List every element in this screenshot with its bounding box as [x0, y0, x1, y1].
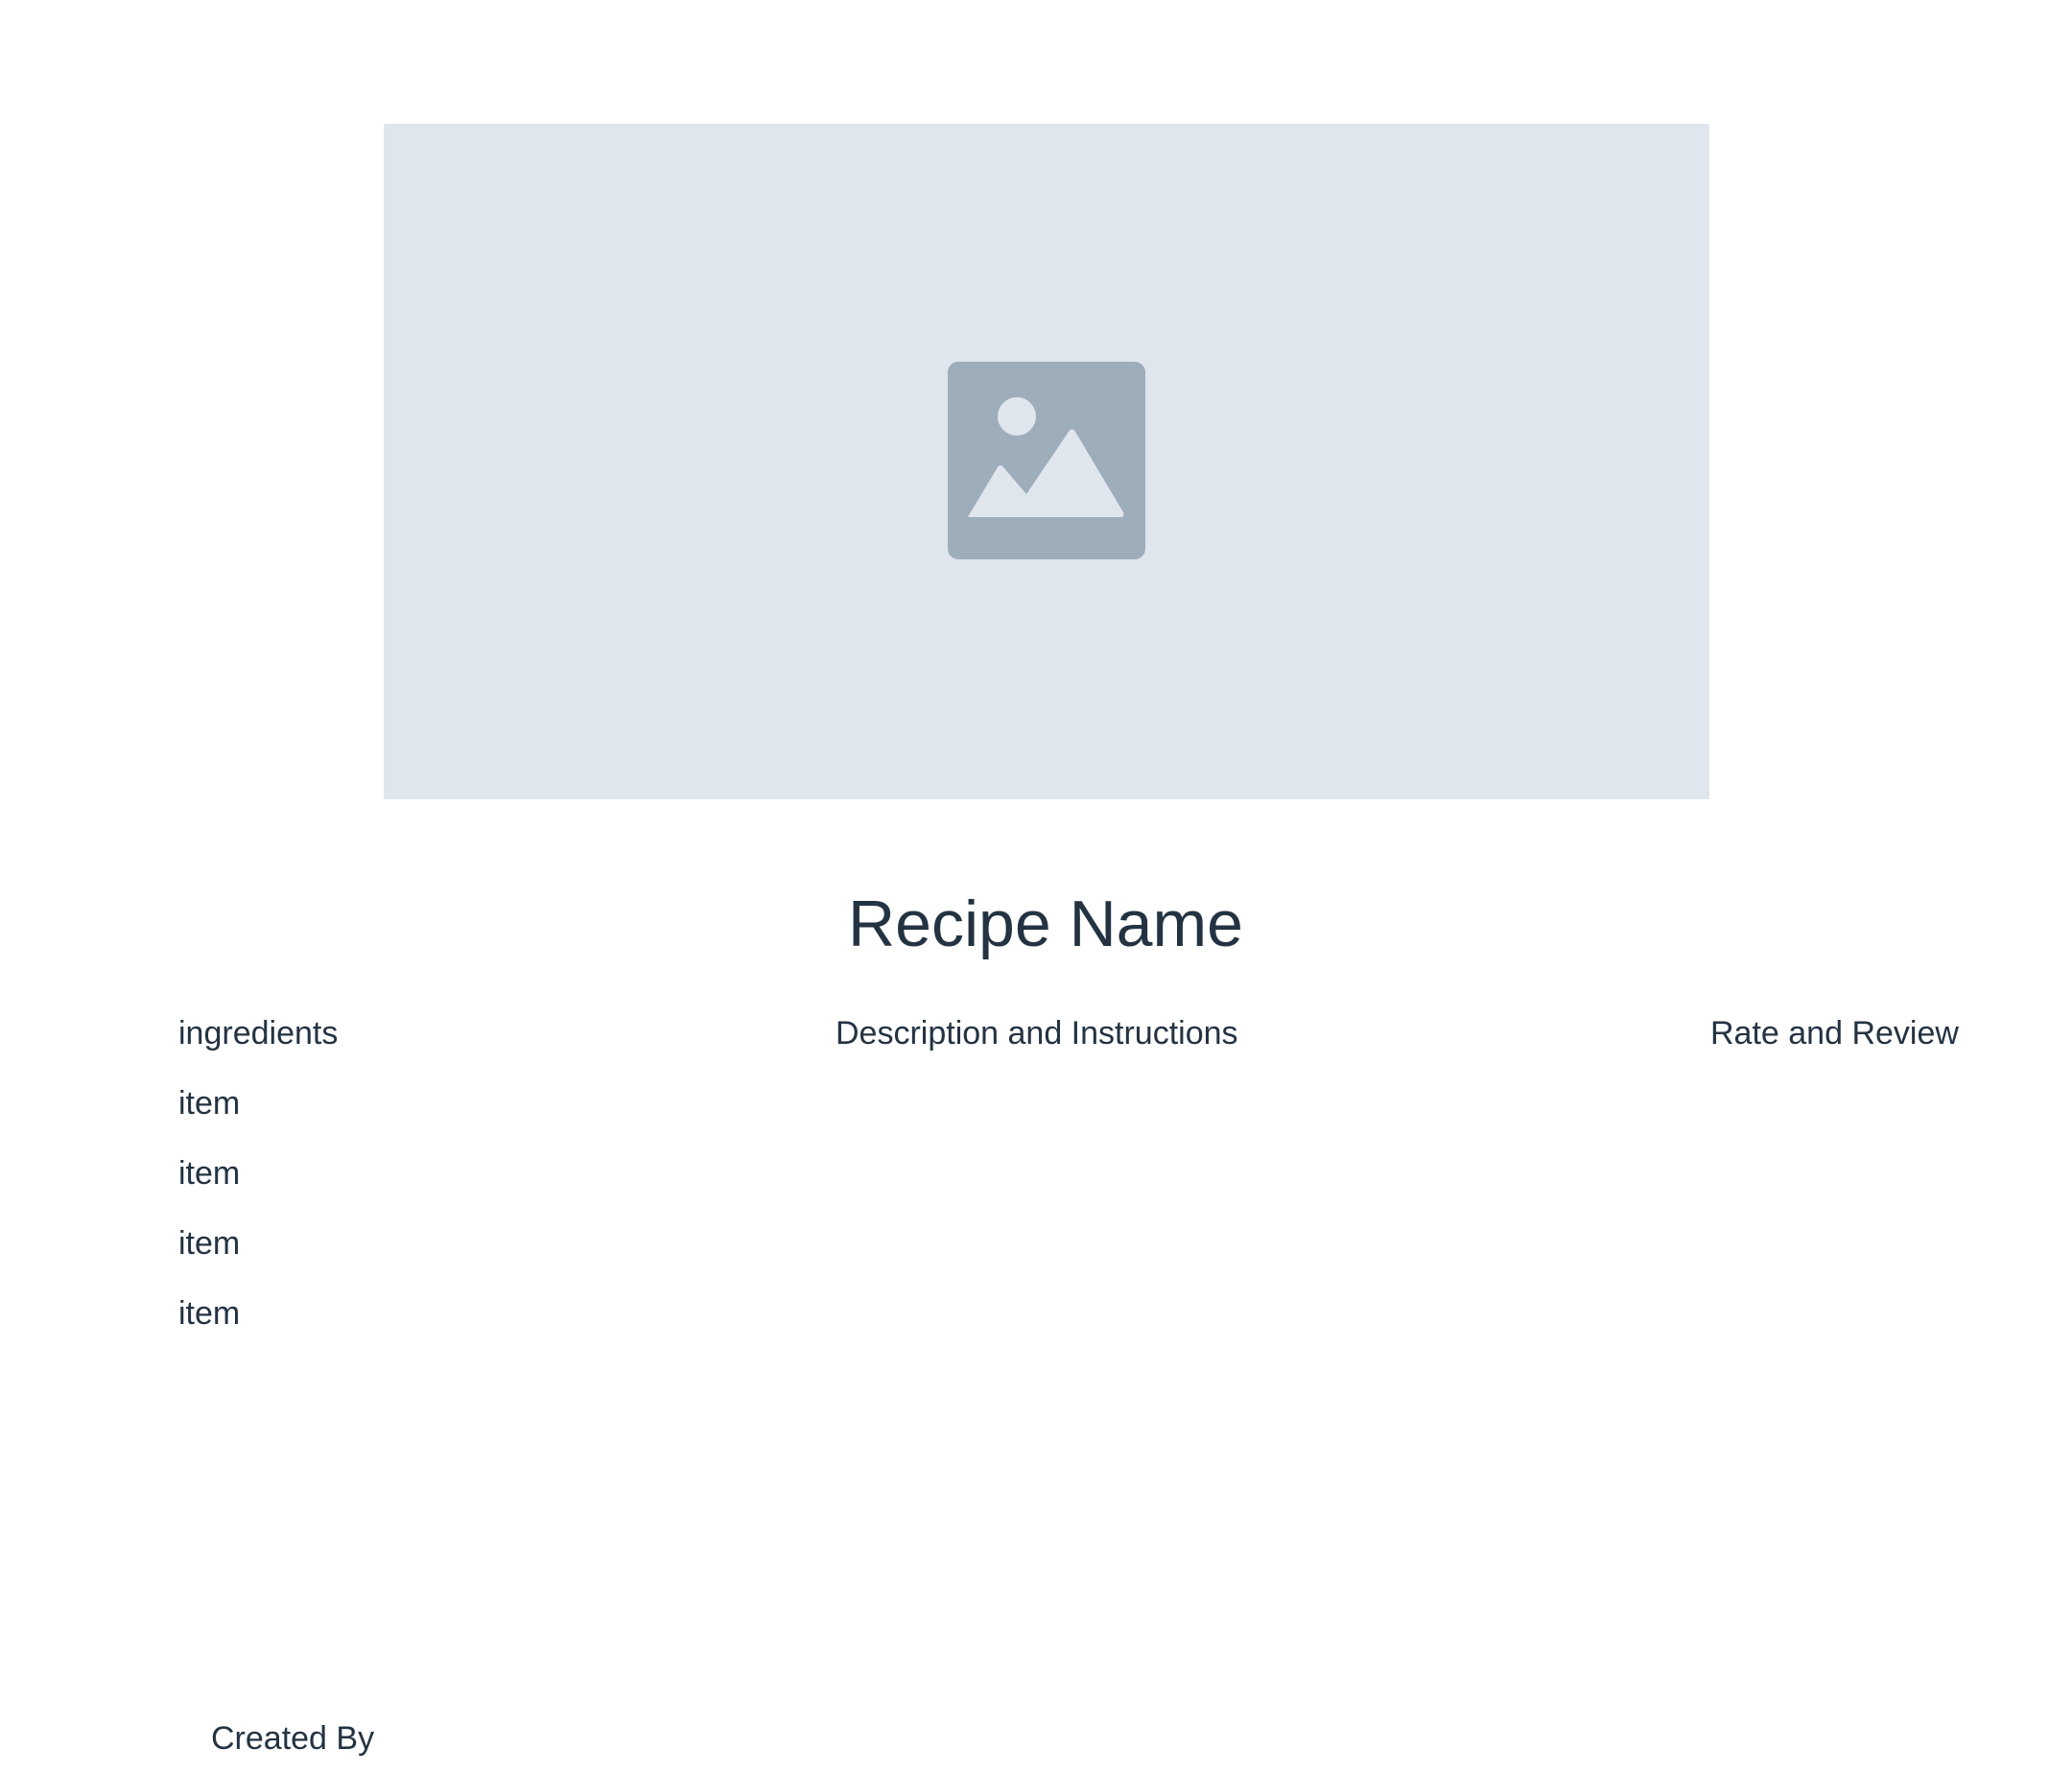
ingredient-item: item — [178, 1295, 241, 1332]
ingredient-list: item item item item — [178, 1082, 240, 1362]
recipe-title: Recipe Name — [848, 887, 1243, 960]
ingredients-heading: ingredients — [178, 1015, 339, 1052]
ingredient-item: item — [178, 1085, 241, 1122]
image-placeholder-icon — [948, 362, 1145, 559]
recipe-image-placeholder — [384, 124, 1709, 799]
created-by-label: Created By — [211, 1720, 375, 1757]
description-heading: Description and Instructions — [836, 1015, 1238, 1052]
rate-review-heading: Rate and Review — [1710, 1015, 1959, 1052]
ingredient-item: item — [178, 1225, 241, 1262]
ingredient-item: item — [178, 1155, 241, 1192]
